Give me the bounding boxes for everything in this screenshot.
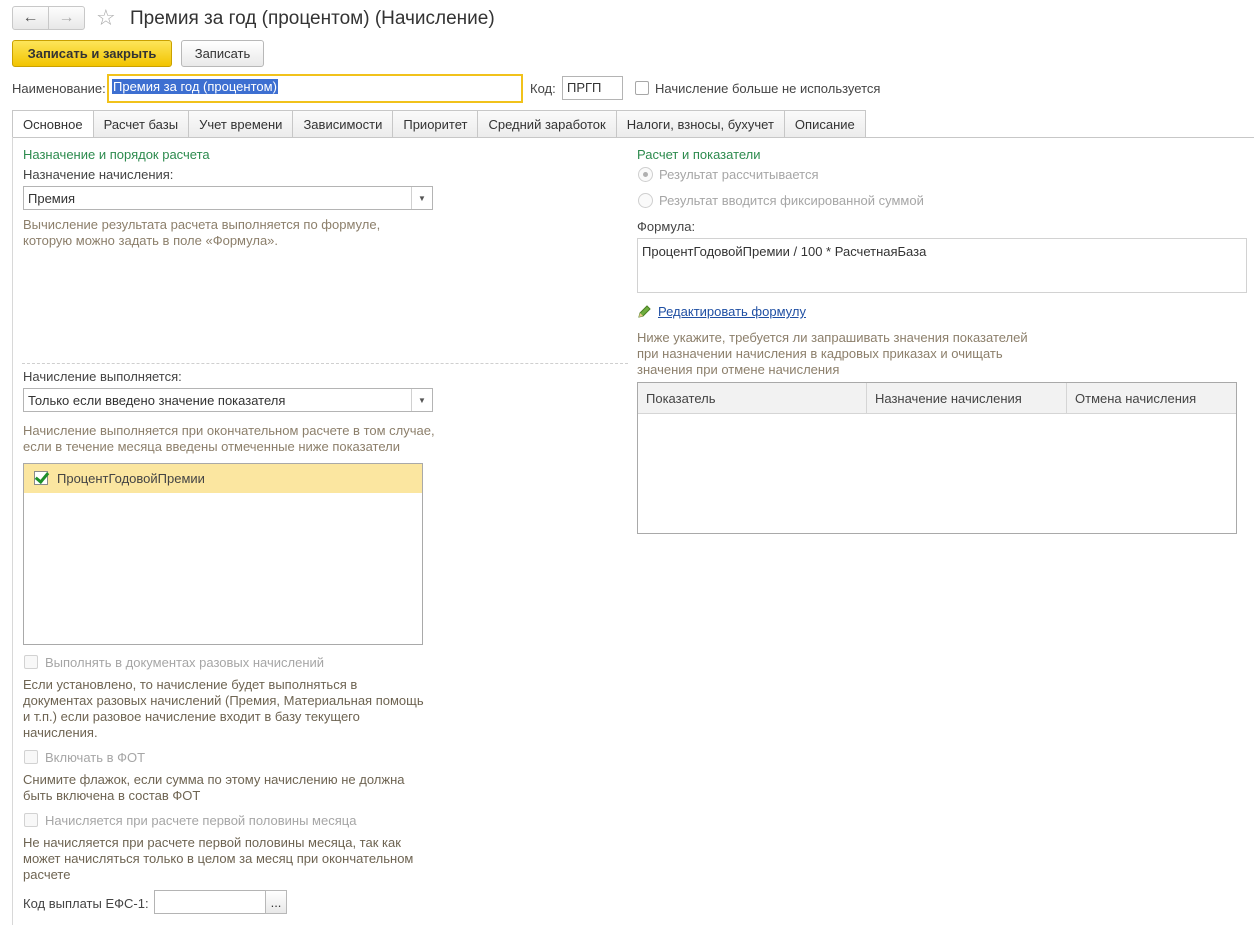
panel-border [12,137,13,925]
efs-select-button[interactable]: ... [265,890,287,914]
list-item[interactable]: ПроцентГодовойПремии [24,464,422,493]
indicators-hint-1: Ниже укажите, требуется ли запрашивать з… [637,330,1028,345]
tab-dependencies[interactable]: Зависимости [293,110,394,138]
indicator-label: ПроцентГодовойПремии [57,471,205,486]
code-input[interactable]: ПРГП [562,76,623,100]
indicator-checkbox[interactable] [34,471,48,485]
executed-hint-2: если в течение месяца введены отмеченные… [23,439,400,454]
edit-formula-link[interactable]: Редактировать формулу [658,304,806,319]
name-input[interactable]: Премия за год (процентом) [107,74,523,103]
radio-fixed[interactable] [638,193,653,208]
dropdown-arrow-icon[interactable]: ▼ [411,389,432,411]
name-value: Премия за год (процентом) [112,79,278,94]
tab-time-accounting[interactable]: Учет времени [189,110,294,138]
formula-label: Формула: [637,219,696,234]
back-button[interactable]: ← [12,6,49,30]
tab-main[interactable]: Основное [12,110,94,138]
half-month-label: Начисляется при расчете первой половины … [45,813,357,828]
column-assignment[interactable]: Назначение начисления [867,383,1067,414]
executed-hint-1: Начисление выполняется при окончательном… [23,423,435,438]
right-section-title: Расчет и показатели [637,147,761,162]
one-time-checkbox[interactable] [24,655,38,669]
tab-priority[interactable]: Приоритет [393,110,479,138]
section-separator [22,363,628,364]
purpose-hint-1: Вычисление результата расчета выполняетс… [23,217,381,232]
name-label: Наименование: [12,81,106,96]
fot-hint-2: быть включена в состав ФОТ [23,788,201,803]
tab-description[interactable]: Описание [784,110,866,138]
one-time-hint-2: документах разовых начислений (Премия, М… [23,693,424,708]
purpose-hint-2: которую можно задать в поле «Формула». [23,233,279,248]
half-month-hint-1: Не начисляется при расчете первой полови… [23,835,401,850]
code-label: Код: [530,81,556,96]
window-title: Премия за год (процентом) (Начисление) [130,8,495,29]
one-time-hint-1: Если установлено, то начисление будет вы… [23,677,358,692]
purpose-select[interactable]: Премия ▼ [23,186,433,210]
unused-checkbox[interactable] [635,81,649,95]
pencil-icon [638,305,651,318]
tab-base-calc[interactable]: Расчет базы [93,110,190,138]
forward-button[interactable]: → [48,6,85,30]
favorite-star-icon[interactable]: ☆ [96,5,116,31]
save-button[interactable]: Записать [181,40,264,67]
arrow-right-icon: → [58,9,75,26]
one-time-label: Выполнять в документах разовых начислени… [45,655,325,670]
indicators-table[interactable]: Показатель Назначение начисления Отмена … [637,382,1237,534]
left-section-title: Назначение и порядок расчета [23,147,210,162]
one-time-hint-4: начисления. [23,725,98,740]
indicators-hint-2: при назначении начисления в кадровых при… [637,346,1003,361]
efs-label: Код выплаты ЕФС-1: [23,896,149,911]
half-month-hint-2: может начисляться только в целом за меся… [23,851,414,866]
column-indicator[interactable]: Показатель [638,383,867,414]
table-header: Показатель Назначение начисления Отмена … [638,383,1236,414]
tab-divider [12,137,1254,138]
radio-calculated[interactable] [638,167,653,182]
purpose-value: Премия [28,191,76,206]
tab-average-earnings[interactable]: Средний заработок [478,110,617,138]
fot-hint-1: Снимите флажок, если сумма по этому начи… [23,772,405,787]
one-time-hint-3: и т.п.) если разовое начисление входит в… [23,709,360,724]
indicators-list[interactable]: ПроцентГодовойПремии [23,463,423,645]
fot-label: Включать в ФОТ [45,750,146,765]
indicators-hint-3: значения при отмене начисления [637,362,840,377]
half-month-hint-3: расчете [23,867,71,882]
tab-taxes[interactable]: Налоги, взносы, бухучет [616,110,785,138]
unused-label: Начисление больше не используется [655,81,881,96]
efs-input[interactable] [154,890,266,914]
executed-select[interactable]: Только если введено значение показателя … [23,388,433,412]
dropdown-arrow-icon[interactable]: ▼ [411,187,432,209]
column-cancellation[interactable]: Отмена начисления [1067,383,1236,414]
arrow-left-icon: ← [22,9,39,26]
executed-label: Начисление выполняется: [23,369,182,384]
save-and-close-button[interactable]: Записать и закрыть [12,40,172,67]
purpose-label: Назначение начисления: [23,167,174,182]
radio-calculated-label: Результат рассчитывается [659,167,819,182]
fot-checkbox[interactable] [24,750,38,764]
half-month-checkbox[interactable] [24,813,38,827]
formula-field[interactable]: ПроцентГодовойПремии / 100 * РасчетнаяБа… [637,238,1247,293]
tab-bar: Основное Расчет базы Учет времени Зависи… [12,110,866,138]
executed-value: Только если введено значение показателя [28,393,286,408]
radio-fixed-label: Результат вводится фиксированной суммой [659,193,924,208]
